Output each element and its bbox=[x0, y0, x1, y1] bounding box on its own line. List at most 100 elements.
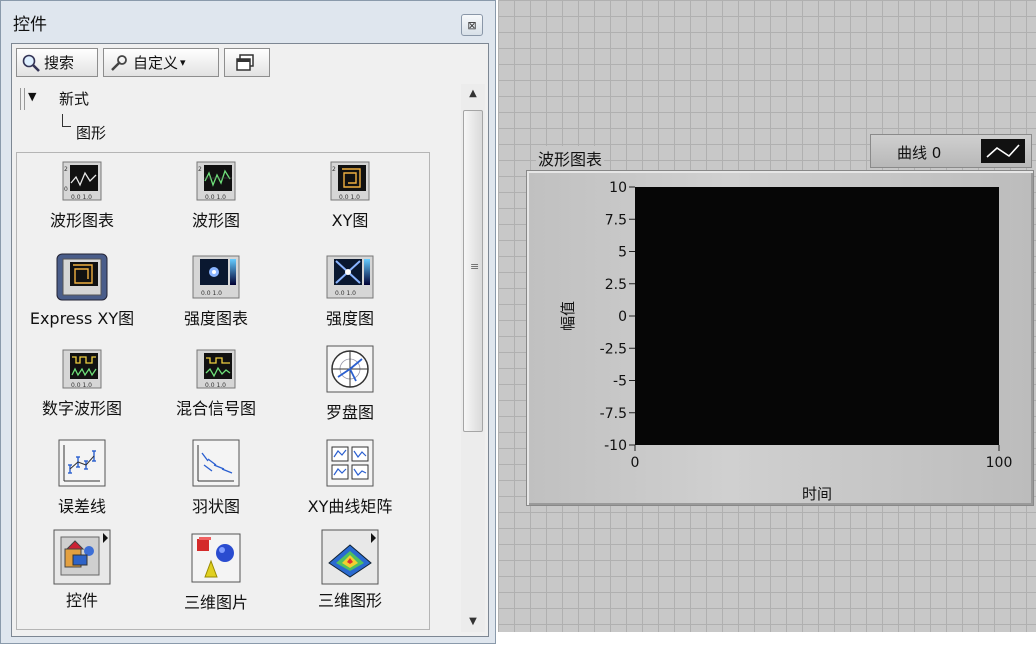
svg-text:0.0 1.0: 0.0 1.0 bbox=[201, 290, 222, 297]
palette-icons-area: 2 0 0.0 1.0 波形图表 2 0.0 1.0 波形图 2 0.0 1.0… bbox=[16, 152, 430, 630]
palette-item-digital-waveform[interactable]: 0.0 1.0 数字波形图 bbox=[17, 349, 147, 419]
palette-item-mixed-signal[interactable]: 0.0 1.0 混合信号图 bbox=[151, 349, 281, 419]
palette-item-label: 罗盘图 bbox=[325, 403, 374, 422]
palette-item-intensity-graph[interactable]: 0.0 1.0 强度图 bbox=[285, 255, 415, 329]
palette-item-label: XY曲线矩阵 bbox=[307, 497, 393, 516]
palette-item-express-xy-graph[interactable]: Express XY图 bbox=[17, 253, 147, 329]
svg-text:0.0 1.0: 0.0 1.0 bbox=[71, 382, 92, 389]
3d-graph-icon bbox=[321, 529, 379, 585]
svg-text:0.0 1.0: 0.0 1.0 bbox=[205, 382, 226, 389]
search-button-label: 搜索 bbox=[44, 54, 75, 72]
customize-button-label: 自定义 bbox=[133, 54, 179, 72]
palette-item-label: 强度图表 bbox=[183, 309, 248, 328]
y-tick-label: 7.5 bbox=[605, 212, 627, 228]
palette-title: 控件 bbox=[13, 15, 47, 35]
y-tick-label: 2.5 bbox=[605, 277, 627, 293]
controls-palette-window: 控件 ⊠ 搜索 自定义 ▾ ▼ 新式 图形 ▲ ≡ ▼ 2 0 0.0 1.0 … bbox=[0, 0, 496, 644]
intensity-graph-icon: 0.0 1.0 bbox=[326, 255, 374, 299]
y-tick-label: -10 bbox=[604, 438, 627, 454]
palette-item-3d-picture[interactable]: 三维图片 bbox=[151, 533, 281, 613]
scroll-down-arrow-icon[interactable]: ▼ bbox=[461, 612, 485, 632]
palette-item-label: 强度图 bbox=[325, 309, 374, 328]
tree-item-graph[interactable]: 图形 bbox=[76, 122, 106, 143]
y-tick-label: -2.5 bbox=[600, 341, 627, 357]
y-tick-label: 5 bbox=[618, 245, 627, 261]
svg-text:0.0 1.0: 0.0 1.0 bbox=[205, 194, 226, 201]
customize-button[interactable]: 自定义 ▾ bbox=[103, 48, 219, 77]
window-icon bbox=[235, 53, 254, 71]
palette-item-label: 波形图表 bbox=[49, 211, 114, 230]
compass-plot-icon bbox=[326, 345, 374, 393]
error-bar-icon bbox=[58, 439, 106, 487]
chart-owned-label[interactable]: 波形图表 bbox=[536, 146, 605, 170]
3d-picture-icon bbox=[191, 533, 241, 583]
palette-item-label: Express XY图 bbox=[29, 309, 135, 328]
svg-text:2: 2 bbox=[64, 166, 68, 173]
express-xy-graph-icon bbox=[56, 253, 108, 301]
scrollbar-thumb[interactable]: ≡ bbox=[463, 110, 483, 432]
palette-item-label: 混合信号图 bbox=[175, 399, 256, 418]
controls-subpalette-icon bbox=[53, 529, 111, 585]
y-tick-label: -7.5 bbox=[600, 406, 627, 422]
chevron-down-icon: ▾ bbox=[180, 56, 186, 69]
feather-plot-icon bbox=[192, 439, 240, 487]
mixed-signal-icon: 0.0 1.0 bbox=[196, 349, 236, 389]
y-tick-label: 0 bbox=[618, 309, 627, 325]
chart-svg: 10 7.5 5 2.5 0 -2.5 -5 -7.5 -10 0 100 幅值 时间 bbox=[559, 180, 1013, 503]
y-axis: 10 7.5 5 2.5 0 -2.5 -5 -7.5 -10 bbox=[600, 180, 635, 454]
expand-arrow-icon[interactable]: ▼ bbox=[28, 90, 36, 103]
tree-item-modern[interactable]: 新式 bbox=[59, 88, 89, 109]
palette-item-xy-plot-matrix[interactable]: XY曲线矩阵 bbox=[285, 439, 415, 517]
intensity-chart-icon: 0.0 1.0 bbox=[192, 255, 240, 299]
search-button[interactable]: 搜索 bbox=[16, 48, 98, 77]
palette-item-controls-subpalette[interactable]: 控件 bbox=[17, 529, 147, 611]
tree-branch-line bbox=[62, 114, 71, 127]
palette-item-label: 误差线 bbox=[57, 497, 106, 516]
vertical-scrollbar[interactable]: ▲ ≡ ▼ bbox=[461, 84, 485, 632]
waveform-graph-icon: 2 0.0 1.0 bbox=[196, 161, 236, 201]
xy-plot-matrix-icon bbox=[326, 439, 374, 487]
y-tick-label: 10 bbox=[609, 180, 627, 196]
wrench-icon bbox=[111, 54, 127, 71]
svg-text:2: 2 bbox=[332, 166, 336, 173]
waveform-chart-icon: 2 0 0.0 1.0 bbox=[62, 161, 102, 201]
tree-grip[interactable] bbox=[20, 88, 25, 110]
plot-line-icon[interactable] bbox=[981, 139, 1025, 163]
svg-text:2: 2 bbox=[198, 166, 202, 173]
palette-item-intensity-chart[interactable]: 0.0 1.0 强度图表 bbox=[151, 255, 281, 329]
xy-graph-icon: 2 0.0 1.0 bbox=[330, 161, 370, 201]
palette-item-label: XY图 bbox=[331, 211, 369, 230]
palette-item-label: 波形图 bbox=[191, 211, 240, 230]
x-axis-title: 时间 bbox=[802, 485, 832, 503]
palette-item-error-bar[interactable]: 误差线 bbox=[17, 439, 147, 517]
svg-text:0.0 1.0: 0.0 1.0 bbox=[339, 194, 360, 201]
palette-item-label: 控件 bbox=[65, 591, 98, 610]
palette-item-label: 羽状图 bbox=[191, 497, 240, 516]
svg-text:0: 0 bbox=[64, 186, 68, 193]
close-icon[interactable]: ⊠ bbox=[461, 14, 483, 36]
y-axis-title: 幅值 bbox=[559, 301, 577, 331]
palette-item-feather-plot[interactable]: 羽状图 bbox=[151, 439, 281, 517]
legend-plot-name[interactable]: 曲线 0 bbox=[897, 142, 941, 163]
svg-text:0.0 1.0: 0.0 1.0 bbox=[71, 194, 92, 201]
x-axis: 0 100 bbox=[631, 445, 1013, 471]
scroll-grip-icon: ≡ bbox=[470, 260, 480, 273]
svg-text:0.0 1.0: 0.0 1.0 bbox=[335, 290, 356, 297]
palette-item-3d-graph[interactable]: 三维图形 bbox=[285, 529, 415, 611]
digital-waveform-icon: 0.0 1.0 bbox=[62, 349, 102, 389]
scroll-up-arrow-icon[interactable]: ▲ bbox=[461, 84, 485, 104]
palette-item-label: 三维图形 bbox=[317, 591, 382, 610]
x-tick-label: 100 bbox=[986, 455, 1013, 471]
palette-item-waveform-chart[interactable]: 2 0 0.0 1.0 波形图表 bbox=[17, 161, 147, 231]
search-icon bbox=[22, 54, 40, 72]
waveform-chart[interactable]: 10 7.5 5 2.5 0 -2.5 -5 -7.5 -10 0 100 幅值 时间 bbox=[526, 170, 1034, 506]
x-tick-label: 0 bbox=[631, 455, 640, 471]
plot-legend[interactable]: 曲线 0 bbox=[870, 134, 1032, 168]
palette-item-xy-graph[interactable]: 2 0.0 1.0 XY图 bbox=[285, 161, 415, 231]
view-toggle-button[interactable] bbox=[224, 48, 270, 77]
palette-body: 搜索 自定义 ▾ ▼ 新式 图形 ▲ ≡ ▼ 2 0 0.0 1.0 波形图表 … bbox=[11, 43, 489, 637]
plot-area[interactable] bbox=[635, 187, 999, 445]
palette-item-waveform-graph[interactable]: 2 0.0 1.0 波形图 bbox=[151, 161, 281, 231]
palette-item-label: 三维图片 bbox=[183, 593, 248, 612]
palette-item-compass-plot[interactable]: 罗盘图 bbox=[285, 345, 415, 423]
